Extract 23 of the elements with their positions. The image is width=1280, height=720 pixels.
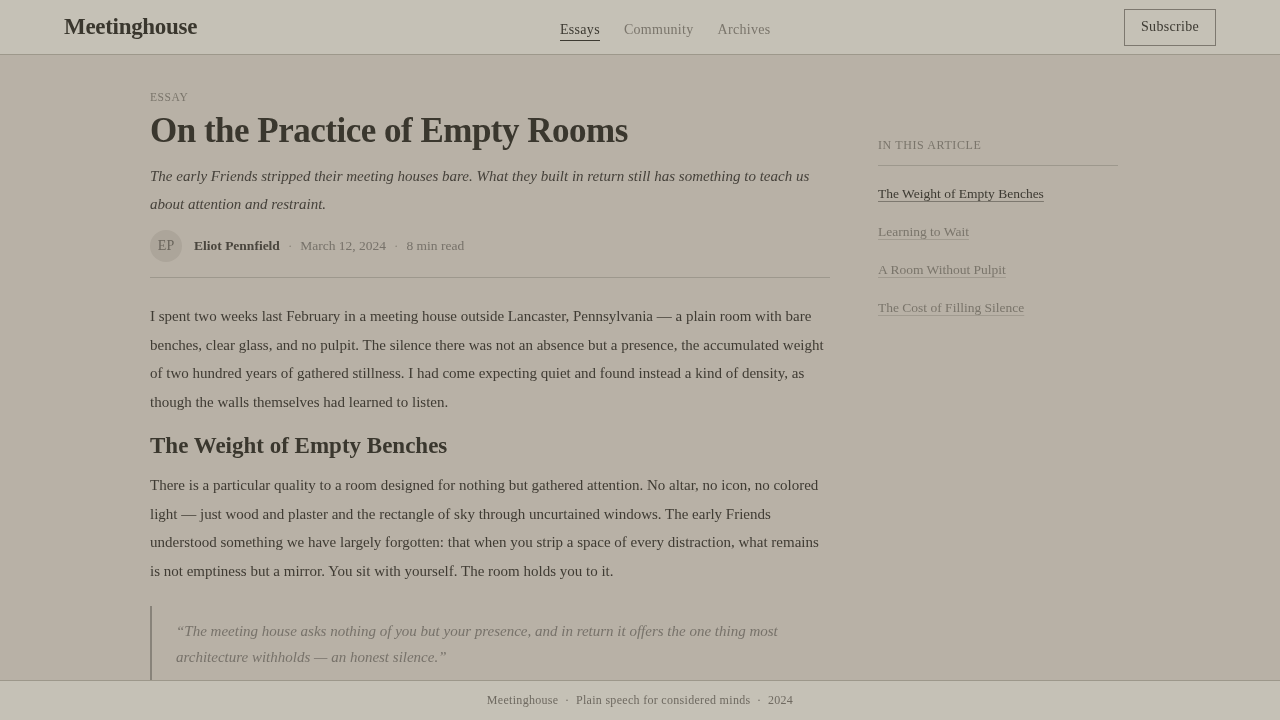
body-paragraph: I spent two weeks last February in a meeting house outside Lancaster, Pennsylvania — a plain room with bare benches, clear glass, and no pulpit. The silence there was not an absence but a presence, the accumulated weight of two hundred years of gathered stillness. I had come expecting quiet and found instead a kind of density, as though the walls themselves had learned to listen. (150, 307, 825, 413)
section-heading: The Weight of Empty Benches (150, 431, 449, 460)
nav-link[interactable]: Essays (560, 17, 600, 41)
nav-link[interactable]: Community (623, 17, 694, 41)
category-label: ESSAY (150, 90, 190, 104)
separator-dot: · (394, 238, 399, 254)
subscribe-button[interactable]: Subscribe (1124, 8, 1216, 46)
site-logo[interactable]: Meetinghouse (64, 14, 198, 40)
toc-link[interactable]: Learning to Wait (878, 222, 969, 241)
author-avatar: EP (150, 230, 182, 262)
toc-heading: IN THIS ARTICLE (878, 138, 1118, 166)
toc-link[interactable]: A Room Without Pulpit (878, 260, 1006, 279)
article-title: On the Practice of Empty Rooms (150, 110, 629, 152)
toc-link[interactable]: The Cost of Filling Silence (878, 298, 1025, 317)
separator-dot: · (287, 238, 293, 254)
toc-link[interactable]: The Weight of Empty Benches (878, 184, 1044, 203)
footer-text: Meetinghouse · Plain speech for considered minds · 2024 (486, 693, 794, 708)
nav-link[interactable]: Archives (717, 17, 771, 41)
publish-date: March 12, 2024 (300, 238, 387, 254)
author-name: Eliot Pennfield (194, 238, 280, 254)
article-subtitle: The early Friends stripped their meeting houses bare. What they built in return still has something to teach us about attention and restraint. (150, 167, 811, 214)
read-time: 8 min read (406, 238, 465, 254)
body-paragraph: There is a particular quality to a room designed for nothing but gathered attention. No altar, no icon, no colored light — just wood and plaster and the rectangle of sky through uncurtained windows. The early Friends understood something we have largely forgotten: that when you strip a space of every distraction, what remains is not emptiness but a mirror. You sit with yourself. The room holds you to it. (150, 475, 820, 581)
